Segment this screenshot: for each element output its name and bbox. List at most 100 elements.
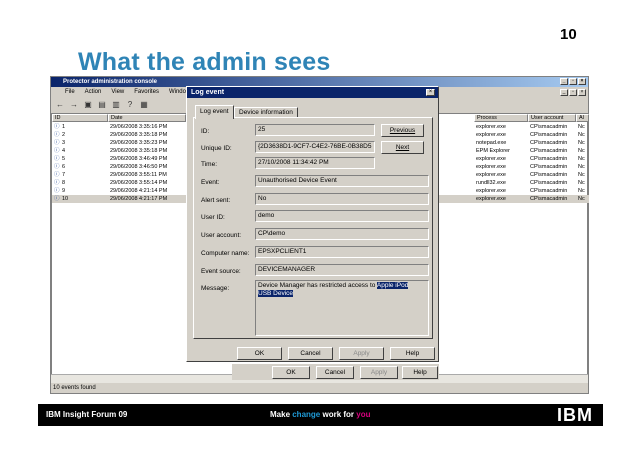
back-icon[interactable]: ← (55, 100, 65, 110)
forward-icon[interactable]: → (69, 100, 79, 110)
process-cell: explorer.exe (476, 156, 506, 162)
footer-event-name: IBM Insight Forum 09 (46, 410, 128, 419)
message-field[interactable]: Device Manager has restricted access to … (255, 280, 429, 336)
user-account-field[interactable]: CP\demo (255, 228, 429, 240)
user-account-label: User account: (201, 232, 242, 239)
event-label: Event: (201, 179, 220, 186)
date-cell: 29/06/2008 3:55:11 PM (110, 172, 167, 178)
refresh-icon[interactable]: ▥ (111, 100, 121, 110)
user-cell: CP\smacadmin (530, 132, 568, 138)
slide-title: What the admin sees (78, 48, 331, 76)
child-window-controls: _ ▫ × (560, 89, 586, 96)
column-header-process[interactable]: Process (474, 114, 528, 122)
status-bar: 10 events found (53, 385, 96, 391)
tagline-change: change (292, 410, 321, 419)
message-highlight-usb: USB Device (258, 290, 294, 297)
unique-id-field[interactable]: {2D3638D1-9CF7-C4E2-76BE-0B38D5 (255, 141, 375, 153)
id-cell: 6 (62, 164, 66, 170)
id-cell: 1 (62, 124, 66, 130)
row-info-icon: ⓘ (54, 180, 60, 186)
time-field[interactable]: 27/10/2008 11:34:42 PM (255, 157, 375, 169)
event-field[interactable]: Unauthorised Device Event (255, 175, 429, 187)
menu-favorites[interactable]: Favorites (134, 87, 159, 98)
restore-icon[interactable]: ▫ (569, 89, 577, 96)
date-cell: 29/06/2008 4:21:14 PM (110, 188, 168, 194)
id-cell: 9 (62, 188, 66, 194)
id-cell: 3 (62, 140, 66, 146)
column-header-id[interactable]: ID (52, 114, 108, 122)
user-cell: CP\smacadmin (530, 156, 568, 162)
apply-button[interactable]: Apply (339, 347, 384, 360)
up-folder-icon[interactable]: ▣ (83, 100, 93, 110)
console-title: Protector administration console (63, 79, 158, 85)
process-cell: explorer.exe (476, 132, 506, 138)
user-cell: CP\smacadmin (530, 188, 568, 194)
user-cell: CP\smacadmin (530, 164, 568, 170)
column-header-alert[interactable]: Al (576, 114, 589, 122)
date-cell: 29/06/2008 3:35:18 PM (110, 132, 168, 138)
user-cell: CP\smacadmin (530, 124, 568, 130)
process-cell: EPM Explorer (476, 148, 510, 154)
previous-button-label: Previous (389, 127, 416, 134)
id-field[interactable]: 25 (255, 124, 375, 136)
tab-log-event[interactable]: Log event (195, 105, 234, 119)
message-highlight-device: Apple iPod (376, 282, 409, 289)
user-id-label: User ID: (201, 214, 225, 221)
date-cell: 29/06/2008 3:35:16 PM (110, 124, 168, 130)
behind-help-button[interactable]: Help (402, 366, 438, 379)
log-event-dialog: Log event × Log event Device information… (186, 86, 439, 362)
row-info-icon: ⓘ (54, 188, 60, 194)
behind-apply-button[interactable]: Apply (360, 366, 398, 379)
console-window-controls: _ ▫ × (560, 78, 586, 85)
column-header-user-account[interactable]: User account (528, 114, 576, 122)
help-icon[interactable]: ? (125, 100, 135, 110)
alert-cell: Nc (578, 156, 585, 162)
date-cell: 29/06/2008 3:35:18 PM (110, 148, 168, 154)
id-cell: 10 (62, 196, 69, 202)
date-cell: 29/06/2008 3:55:14 PM (110, 180, 168, 186)
date-cell: 29/06/2008 3:35:23 PM (110, 140, 168, 146)
close-icon[interactable]: × (578, 89, 586, 96)
event-source-field[interactable]: DEVICEMANAGER (255, 264, 429, 276)
menu-view[interactable]: View (111, 87, 124, 98)
column-header-date[interactable]: Date (108, 114, 186, 122)
alert-sent-label: Alert sent: (201, 197, 231, 204)
process-cell: explorer.exe (476, 164, 506, 170)
alert-cell: Nc (578, 164, 585, 170)
process-cell: explorer.exe (476, 124, 506, 130)
view-icon[interactable]: ▦ (139, 100, 149, 110)
alert-cell: Nc (578, 124, 585, 130)
row-info-icon: ⓘ (54, 124, 60, 130)
properties-icon[interactable]: ▤ (97, 100, 107, 110)
next-button[interactable]: Next (381, 141, 424, 154)
id-label: ID: (201, 128, 210, 135)
behind-cancel-button[interactable]: Cancel (316, 366, 354, 379)
cancel-button[interactable]: Cancel (288, 347, 333, 360)
id-cell: 4 (62, 148, 66, 154)
close-icon[interactable]: × (578, 78, 586, 85)
tagline-work-for: work for (320, 410, 357, 419)
user-id-field[interactable]: demo (255, 210, 429, 222)
computer-name-label: Computer name: (201, 250, 250, 257)
date-cell: 29/06/2008 3:46:49 PM (110, 156, 168, 162)
user-cell: CP\smacadmin (530, 148, 568, 154)
slide-number: 10 (560, 26, 577, 43)
previous-button[interactable]: Previous (381, 124, 424, 137)
close-icon[interactable]: × (426, 89, 435, 96)
behind-ok-button[interactable]: OK (272, 366, 310, 379)
behind-dialog-button-row: OK Cancel Apply Help (232, 364, 439, 380)
ok-button[interactable]: OK (237, 347, 282, 360)
next-button-label: Next (395, 144, 410, 151)
menu-action[interactable]: Action (85, 87, 102, 98)
menu-file[interactable]: File (65, 87, 75, 98)
row-info-icon: ⓘ (54, 156, 60, 162)
date-cell: 29/06/2008 4:21:17 PM (110, 196, 168, 202)
minimize-icon[interactable]: _ (560, 78, 568, 85)
computer-name-field[interactable]: EPSXPCLIENT1 (255, 246, 429, 258)
restore-icon[interactable]: ▫ (569, 78, 577, 85)
minimize-icon[interactable]: _ (560, 89, 568, 96)
ibm-logo: IBM (557, 405, 593, 425)
user-cell: CP\smacadmin (530, 196, 568, 202)
help-button[interactable]: Help (390, 347, 435, 360)
alert-sent-field[interactable]: No (255, 193, 429, 205)
